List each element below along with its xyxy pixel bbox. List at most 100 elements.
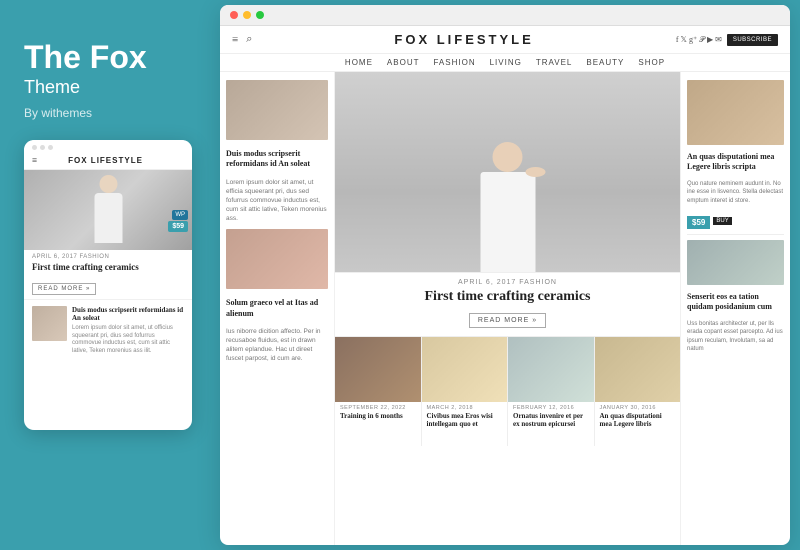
center-hero: [335, 72, 680, 272]
theme-title: The Fox: [24, 40, 196, 75]
desktop-mockup: ≡ ⌕ FOX LIFESTYLE f 𝕏 g⁺ 𝒫 ▶ ✉ SUBSCRIBE…: [220, 5, 790, 545]
right-post-1-image: [687, 80, 784, 145]
nav-hamburger-icon[interactable]: ≡: [232, 34, 238, 46]
center-article-meta: APRIL 6, 2017 FASHION: [345, 279, 670, 286]
center-article-title: First time crafting ceramics: [345, 289, 670, 306]
mobile-dot-3: [48, 145, 53, 150]
hero-head: [493, 142, 523, 172]
bottom-img-4: [595, 337, 681, 402]
left-post-1-title: Duis modus scripserit reformidans id An …: [226, 149, 328, 170]
mobile-header-left: ≡: [32, 155, 37, 165]
left-post-2-desc: Ius niborre dicition affecto. Per in rec…: [226, 327, 328, 363]
menu-item-shop[interactable]: SHOP: [638, 58, 665, 67]
google-icon[interactable]: g⁺: [689, 35, 697, 44]
left-post-2-title: Solum graeco vel at Itas ad alienum: [226, 298, 328, 319]
mobile-dot-1: [32, 145, 37, 150]
bottom-title-3: Ornatus invenire et per ex nostrum epicu…: [513, 412, 589, 429]
menu-item-travel[interactable]: TRAVEL: [536, 58, 573, 67]
mobile-bottom-title: Duis modus scripserit reformidans id An …: [72, 306, 184, 323]
center-hero-img: [335, 72, 680, 272]
bottom-meta-3: FEBRUARY 12, 2016: [513, 405, 589, 411]
bottom-row: SEPTEMBER 22, 2022 Training in 6 months …: [335, 336, 680, 446]
bottom-title-1: Training in 6 months: [340, 412, 416, 420]
desktop-menu: HOME ABOUT FASHION LIVING TRAVEL BEAUTY …: [220, 54, 790, 72]
youtube-icon[interactable]: ▶: [707, 35, 713, 44]
right-post-2-desc: Uss bonitas architecter ut, per lls erad…: [687, 320, 784, 354]
right-post-1-title: An quas disputationi mea Legere libris s…: [687, 152, 784, 173]
menu-item-beauty[interactable]: BEAUTY: [586, 58, 624, 67]
bottom-text-2: MARCH 2, 2018 Civibus mea Eros wisi inte…: [422, 402, 508, 432]
bottom-item-1: SEPTEMBER 22, 2022 Training in 6 months: [335, 337, 421, 446]
content-right-column: An quas disputationi mea Legere libris s…: [680, 72, 790, 545]
desktop-dot-yellow: [243, 11, 251, 19]
pinterest-icon[interactable]: 𝒫: [699, 35, 705, 45]
bottom-img-1: [335, 337, 421, 402]
bottom-text-1: SEPTEMBER 22, 2022 Training in 6 months: [335, 402, 421, 423]
bottom-meta-4: JANUARY 30, 2016: [600, 405, 676, 411]
by-line: By withemes: [24, 106, 196, 120]
right-post-2-image: [687, 240, 784, 285]
social-icons: f 𝕏 g⁺ 𝒫 ▶ ✉: [676, 35, 722, 45]
twitter-icon[interactable]: 𝕏: [680, 35, 686, 44]
bottom-item-4: JANUARY 30, 2016 An quas disputationi me…: [594, 337, 681, 446]
mobile-logo: FOX LIFESTYLE: [68, 156, 143, 165]
facebook-icon[interactable]: f: [676, 35, 679, 44]
bottom-img-2: [422, 337, 508, 402]
price-tag: $59: [687, 216, 710, 229]
desktop-nav-right: f 𝕏 g⁺ 𝒫 ▶ ✉ SUBSCRIBE: [676, 34, 778, 46]
mobile-bottom-desc: Lorem ipsum dolor sit amet, ut officius …: [72, 325, 184, 356]
figure-body: [94, 193, 122, 243]
center-article: APRIL 6, 2017 FASHION First time craftin…: [335, 272, 680, 336]
buy-tag[interactable]: BUY: [713, 217, 731, 225]
right-post-1-desc: Quo nature neminem audunt in. No ine ess…: [687, 180, 784, 205]
email-icon[interactable]: ✉: [715, 35, 722, 44]
bottom-text-4: JANUARY 30, 2016 An quas disputationi me…: [595, 402, 681, 432]
hero-hand: [525, 167, 545, 177]
mobile-post-title: First time crafting ceramics: [32, 262, 184, 273]
bottom-meta-1: SEPTEMBER 22, 2022: [340, 405, 416, 411]
menu-item-living[interactable]: LIVING: [490, 58, 522, 67]
menu-item-fashion[interactable]: FASHION: [433, 58, 475, 67]
bottom-meta-2: MARCH 2, 2018: [427, 405, 503, 411]
desktop-dot-green: [256, 11, 264, 19]
mobile-bottom-post: Duis modus scripserit reformidans id An …: [24, 299, 192, 362]
bottom-title-2: Civibus mea Eros wisi intellegam quo et: [427, 412, 503, 429]
bottom-title-4: An quas disputationi mea Legere libris: [600, 412, 676, 429]
desktop-dot-red: [230, 11, 238, 19]
desktop-site-title: FOX LIFESTYLE: [252, 32, 675, 47]
desktop-title-bar: [220, 5, 790, 26]
desktop-nav-left: ≡ ⌕: [232, 33, 252, 46]
bottom-img-3: [508, 337, 594, 402]
left-panel: The Fox Theme By withemes ≡ FOX LIFESTYL…: [0, 0, 220, 550]
hero-body: [480, 172, 535, 272]
content-center-column: APRIL 6, 2017 FASHION First time craftin…: [335, 72, 680, 545]
hero-figure: [480, 142, 535, 272]
hamburger-icon: ≡: [32, 155, 37, 165]
subscribe-button[interactable]: SUBSCRIBE: [727, 34, 778, 46]
left-post-1-image: [226, 80, 328, 140]
figure-head: [99, 175, 117, 193]
mobile-wp-badge: WP: [172, 210, 188, 220]
mobile-dot-2: [40, 145, 45, 150]
bottom-item-3: FEBRUARY 12, 2016 Ornatus invenire et pe…: [507, 337, 594, 446]
mobile-read-more-btn[interactable]: READ MORE »: [32, 283, 96, 295]
theme-subtitle: Theme: [24, 77, 196, 98]
center-read-more-btn[interactable]: READ MORE »: [469, 313, 546, 328]
menu-item-home[interactable]: HOME: [345, 58, 373, 67]
mobile-price-badge: $59: [168, 221, 188, 232]
mobile-hero: WP $59: [24, 170, 192, 250]
desktop-content: Duis modus scripserit reformidans id An …: [220, 72, 790, 545]
bottom-item-2: MARCH 2, 2018 Civibus mea Eros wisi inte…: [421, 337, 508, 446]
right-post-2-title: Senserit eos ea tation quidam posidanium…: [687, 292, 784, 313]
mobile-header: ≡ FOX LIFESTYLE: [24, 153, 192, 170]
left-post-2-image: [226, 229, 328, 289]
mobile-meta: APRIL 6, 2017 FASHION: [32, 254, 184, 260]
mobile-top-bar: [24, 140, 192, 153]
mobile-mockup: ≡ FOX LIFESTYLE WP $59 APRIL 6, 2017 FAS…: [24, 140, 192, 430]
menu-item-about[interactable]: ABOUT: [387, 58, 420, 67]
left-post-1-desc: Lorem ipsum dolor sit amet, ut efficia s…: [226, 178, 328, 223]
right-divider: [687, 234, 784, 235]
bottom-text-3: FEBRUARY 12, 2016 Ornatus invenire et pe…: [508, 402, 594, 432]
mobile-bottom-text: Duis modus scripserit reformidans id An …: [72, 306, 184, 356]
mobile-hero-figure: [91, 175, 126, 250]
